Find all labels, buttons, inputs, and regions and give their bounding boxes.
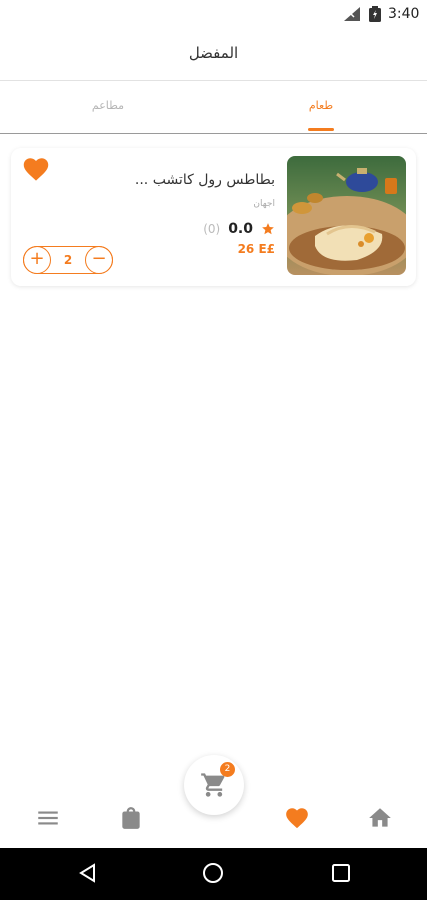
hamburger-icon[interactable] [35,805,61,831]
battery-icon [369,6,381,22]
item-restaurant: اجهان [253,199,275,209]
tab-restaurants[interactable]: مطاعم [58,81,158,133]
plus-icon: + [29,248,45,269]
bottom-navigation [0,790,427,848]
item-price: 26 E£ [237,242,275,256]
tab-food[interactable]: طعام [271,81,371,133]
favorite-item-card[interactable]: بطاطس رول كاتشب ... اجهان (0) 0.0 26 E£ … [11,148,416,286]
increase-quantity-button[interactable]: + [23,246,51,274]
star-icon [262,223,274,235]
shopping-bag-icon[interactable] [118,805,144,831]
food-photo [287,156,406,275]
system-navigation-bar [0,848,427,900]
rating-row: (0) 0.0 [203,220,275,238]
decrease-quantity-button[interactable]: − [85,246,113,274]
favorite-heart-icon[interactable] [22,156,50,182]
status-time: 3:40 [388,6,420,22]
tab-bar: طعام مطاعم [0,81,427,134]
home-icon[interactable] [367,805,393,831]
rating-count: (0) [203,222,221,236]
minus-icon: − [91,248,107,269]
home-circle-icon[interactable] [202,862,224,884]
status-bar: 3:40 [0,0,427,28]
rating-value: 0.0 [228,221,253,237]
recents-icon[interactable] [330,862,352,884]
back-icon[interactable] [77,862,99,884]
quantity-stepper: + 2 − [23,246,113,274]
item-name: بطاطس رول كاتشب ... [134,172,275,188]
page-title: المفضل [188,44,239,62]
app-bar: المفضل [0,28,427,81]
heart-icon[interactable] [284,805,310,831]
active-tab-indicator [308,128,334,131]
cart-badge: 2 [220,762,235,777]
signal-icon [344,7,360,21]
quantity-value: 2 [63,253,73,267]
